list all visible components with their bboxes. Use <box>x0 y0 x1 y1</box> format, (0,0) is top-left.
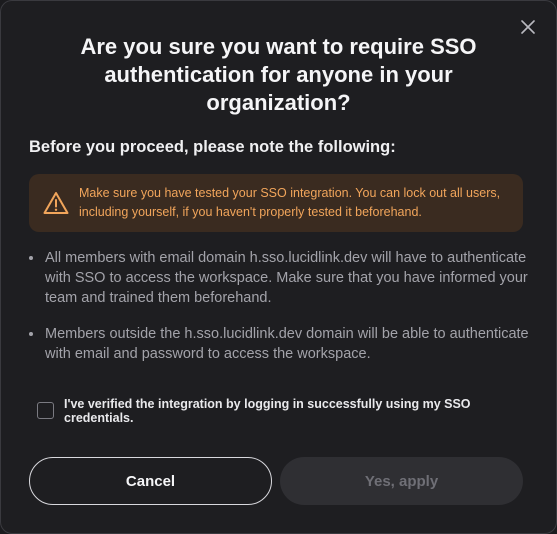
verify-checkbox[interactable] <box>37 402 54 419</box>
list-item: All members with email domain h.sso.luci… <box>29 248 529 308</box>
warning-triangle-icon <box>43 192 69 214</box>
cancel-button[interactable]: Cancel <box>29 457 272 505</box>
verify-checkbox-label[interactable]: I've verified the integration by logging… <box>64 397 517 425</box>
dialog-subtitle: Before you proceed, please note the foll… <box>29 138 396 156</box>
warning-banner: Make sure you have tested your SSO integ… <box>29 174 523 232</box>
close-icon <box>521 20 535 34</box>
list-item: Members outside the h.sso.lucidlink.dev … <box>29 324 529 364</box>
warning-text: Make sure you have tested your SSO integ… <box>79 186 501 219</box>
sso-confirm-dialog: Are you sure you want to require SSO aut… <box>0 0 557 534</box>
close-button[interactable] <box>518 17 538 37</box>
dialog-title: Are you sure you want to require SSO aut… <box>80 34 477 115</box>
yes-apply-button[interactable]: Yes, apply <box>280 457 523 505</box>
notes-list: All members with email domain h.sso.luci… <box>29 248 529 380</box>
verify-checkbox-row[interactable]: I've verified the integration by logging… <box>37 397 517 425</box>
